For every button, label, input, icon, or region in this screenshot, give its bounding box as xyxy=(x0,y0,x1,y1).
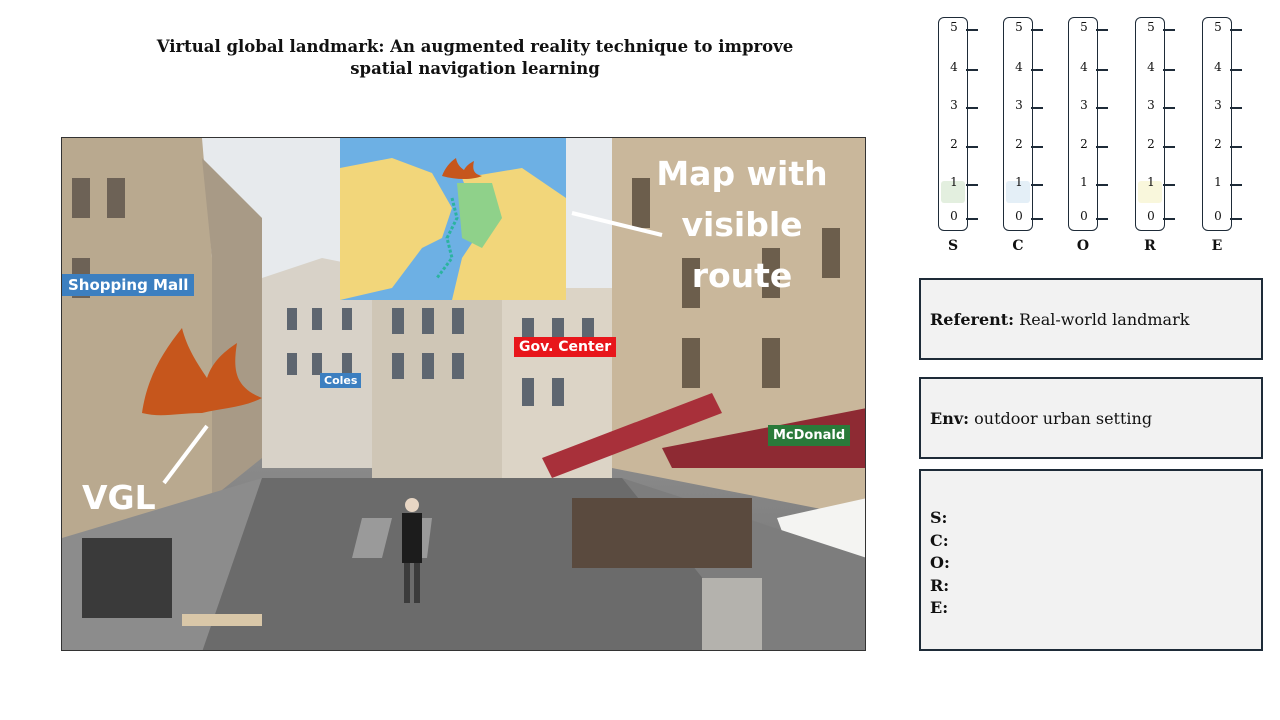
tick-label: 0 xyxy=(1214,209,1222,223)
tick-mark xyxy=(1031,107,1043,109)
score-line-s: S: xyxy=(930,508,948,527)
tick-mark xyxy=(1163,146,1175,148)
map-callout-line-1: Map with xyxy=(656,154,828,193)
tick-label: 3 xyxy=(1015,98,1023,112)
mcdonald-sign: McDonald xyxy=(768,425,851,446)
tick-label: 4 xyxy=(1015,60,1023,74)
tick-mark xyxy=(966,184,978,186)
shopping-mall-sign: Shopping Mall xyxy=(62,274,195,296)
tick-label: 0 xyxy=(1080,209,1088,223)
tick-label: 0 xyxy=(1015,209,1023,223)
tick-mark xyxy=(1031,218,1043,220)
env-value: outdoor urban setting xyxy=(974,409,1153,428)
score-line-e: E: xyxy=(930,598,949,617)
score-box: S: C: O: R: E: xyxy=(919,469,1263,651)
scale-r xyxy=(1135,17,1165,231)
tick-label: 0 xyxy=(1147,209,1155,223)
tick-label: 3 xyxy=(950,98,958,112)
tick-mark xyxy=(1096,107,1108,109)
score-line-o: O: xyxy=(930,553,950,572)
scale-letter-e: E xyxy=(1211,238,1223,254)
tick-label: 4 xyxy=(1214,60,1222,74)
gov-center-sign: Gov. Center xyxy=(514,337,617,357)
tick-mark xyxy=(966,218,978,220)
tick-mark xyxy=(1230,218,1242,220)
tick-label: 4 xyxy=(950,60,958,74)
tick-mark xyxy=(1031,69,1043,71)
tick-mark xyxy=(1230,29,1242,31)
tick-mark xyxy=(966,146,978,148)
tick-label: 1 xyxy=(950,175,958,189)
tick-label: 2 xyxy=(1015,137,1023,151)
tick-mark xyxy=(1230,184,1242,186)
scale-letter-o: O xyxy=(1076,238,1090,254)
tick-label: 3 xyxy=(1214,98,1222,112)
title-line-2: spatial navigation learning xyxy=(350,59,600,78)
tick-mark xyxy=(1230,69,1242,71)
tick-mark xyxy=(1031,29,1043,31)
tick-label: 2 xyxy=(1214,137,1222,151)
map-callout-line-2: visible xyxy=(681,205,803,244)
scale-o xyxy=(1068,17,1098,231)
tick-mark xyxy=(1163,218,1175,220)
tick-label: 5 xyxy=(1080,20,1088,34)
tick-mark xyxy=(1163,69,1175,71)
tick-label: 2 xyxy=(1147,137,1155,151)
tick-mark xyxy=(1031,184,1043,186)
coles-sign: Coles xyxy=(320,373,362,388)
tick-label: 4 xyxy=(1080,60,1088,74)
scale-letter-s: S xyxy=(947,238,959,254)
tick-label: 5 xyxy=(1147,20,1155,34)
tick-mark xyxy=(1096,184,1108,186)
vgl-label: VGL xyxy=(82,478,156,517)
tick-label: 2 xyxy=(1080,137,1088,151)
scale-e xyxy=(1202,17,1232,231)
tick-mark xyxy=(1163,29,1175,31)
tick-label: 3 xyxy=(1147,98,1155,112)
tick-label: 1 xyxy=(1015,175,1023,189)
tick-label: 2 xyxy=(950,137,958,151)
scale-c xyxy=(1003,17,1033,231)
map-callout: Map with visible route xyxy=(632,148,852,301)
tick-label: 4 xyxy=(1147,60,1155,74)
tick-mark xyxy=(1096,69,1108,71)
referent-label: Referent: xyxy=(930,310,1015,329)
tick-label: 1 xyxy=(1147,175,1155,189)
tick-label: 5 xyxy=(950,20,958,34)
referent-value: Real-world landmark xyxy=(1019,310,1190,329)
referent-box: Referent: Real-world landmark xyxy=(919,278,1263,360)
tick-mark xyxy=(1096,218,1108,220)
map-callout-line-3: route xyxy=(691,256,793,295)
street-scene-image: Shopping Mall Coles Gov. Center McDonald… xyxy=(61,137,866,651)
score-line-c: C: xyxy=(930,530,949,550)
tick-mark xyxy=(1031,146,1043,148)
scale-s xyxy=(938,17,968,231)
tick-mark xyxy=(966,29,978,31)
env-box: Env: outdoor urban setting xyxy=(919,377,1263,459)
tick-label: 3 xyxy=(1080,98,1088,112)
tick-mark xyxy=(1163,107,1175,109)
tick-label: 5 xyxy=(1214,20,1222,34)
title-line-1: Virtual global landmark: An augmented re… xyxy=(156,37,794,56)
scale-letter-r: R xyxy=(1144,238,1156,254)
tick-label: 5 xyxy=(1015,20,1023,34)
tick-mark xyxy=(966,107,978,109)
tick-mark xyxy=(1230,107,1242,109)
tick-label: 0 xyxy=(950,209,958,223)
score-line-r: R: xyxy=(930,575,950,595)
tick-mark xyxy=(1163,184,1175,186)
slide-title: Virtual global landmark: An augmented re… xyxy=(150,36,800,80)
tick-mark xyxy=(1096,29,1108,31)
env-label: Env: xyxy=(930,409,970,428)
tick-label: 1 xyxy=(1214,175,1222,189)
tick-mark xyxy=(1230,146,1242,148)
tick-mark xyxy=(966,69,978,71)
scale-letter-c: C xyxy=(1012,238,1024,254)
tick-mark xyxy=(1096,146,1108,148)
tick-label: 1 xyxy=(1080,175,1088,189)
